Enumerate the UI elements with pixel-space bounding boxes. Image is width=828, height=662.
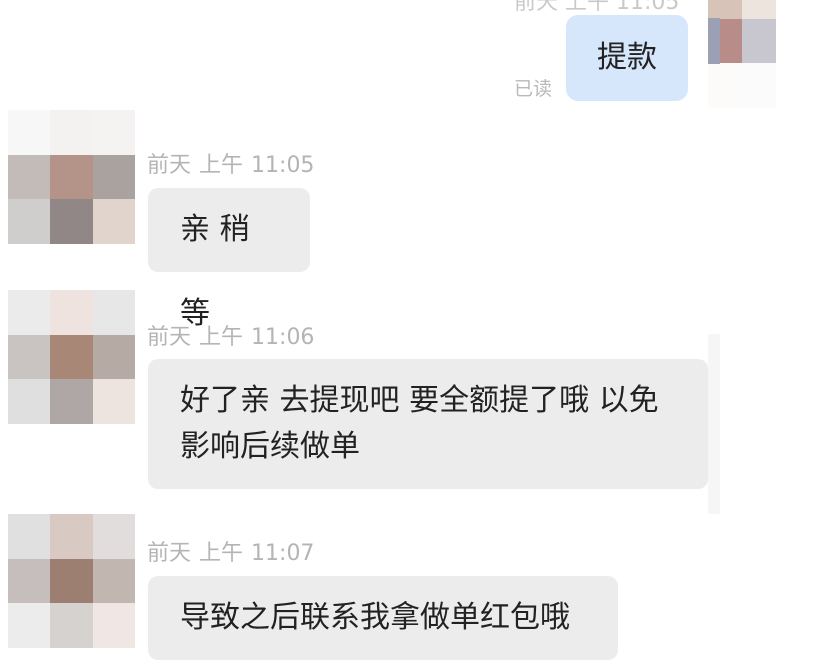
timestamp-day: 前天 (147, 153, 192, 178)
message-timestamp: 前天 上午 11:07 (147, 540, 314, 568)
chat-view[interactable]: 前天 上午 11:05 提款 已读 前天 上午 11:05 亲 稍等 前天 上午… (0, 0, 828, 662)
message-text-line: 好了亲 去提现吧 要全额提了哦 以免 (180, 383, 659, 418)
timestamp-day: 前天 (147, 541, 192, 566)
timestamp-day: 前天 (147, 325, 192, 350)
outgoing-message-text: 提款 (597, 40, 657, 75)
avatar-edge (708, 18, 720, 64)
outgoing-timestamp: 前天 上午 11:05 (514, 0, 680, 15)
timestamp-period: 上午 (199, 541, 244, 566)
contact-avatar[interactable] (8, 110, 135, 244)
message-timestamp: 前天 上午 11:06 (147, 324, 314, 352)
outgoing-message-bubble[interactable]: 提款 (566, 15, 688, 101)
read-status: 已读 (514, 78, 553, 100)
timestamp-period: 上午 (199, 153, 244, 178)
my-avatar[interactable] (708, 0, 810, 108)
contact-avatar[interactable] (8, 290, 135, 424)
incoming-message-bubble[interactable]: 亲 稍等 (148, 188, 310, 331)
bubble-shadow-edge (708, 334, 720, 514)
message-text-line: 影响后续做单 (180, 429, 360, 464)
message-text: 亲 稍等 (180, 212, 250, 331)
message-timestamp: 前天 上午 11:05 (147, 152, 314, 180)
contact-avatar[interactable] (8, 514, 135, 648)
timestamp-clock: 11:07 (251, 541, 315, 566)
message-text: 导致之后联系我拿做单红包哦 (180, 600, 570, 635)
timestamp-clock: 11:06 (251, 325, 315, 350)
timestamp-period: 上午 (199, 325, 244, 350)
incoming-message-bubble[interactable]: 导致之后联系我拿做单红包哦 (148, 576, 618, 660)
incoming-message-bubble[interactable]: 好了亲 去提现吧 要全额提了哦 以免 影响后续做单 (148, 359, 708, 489)
timestamp-clock: 11:05 (251, 153, 315, 178)
